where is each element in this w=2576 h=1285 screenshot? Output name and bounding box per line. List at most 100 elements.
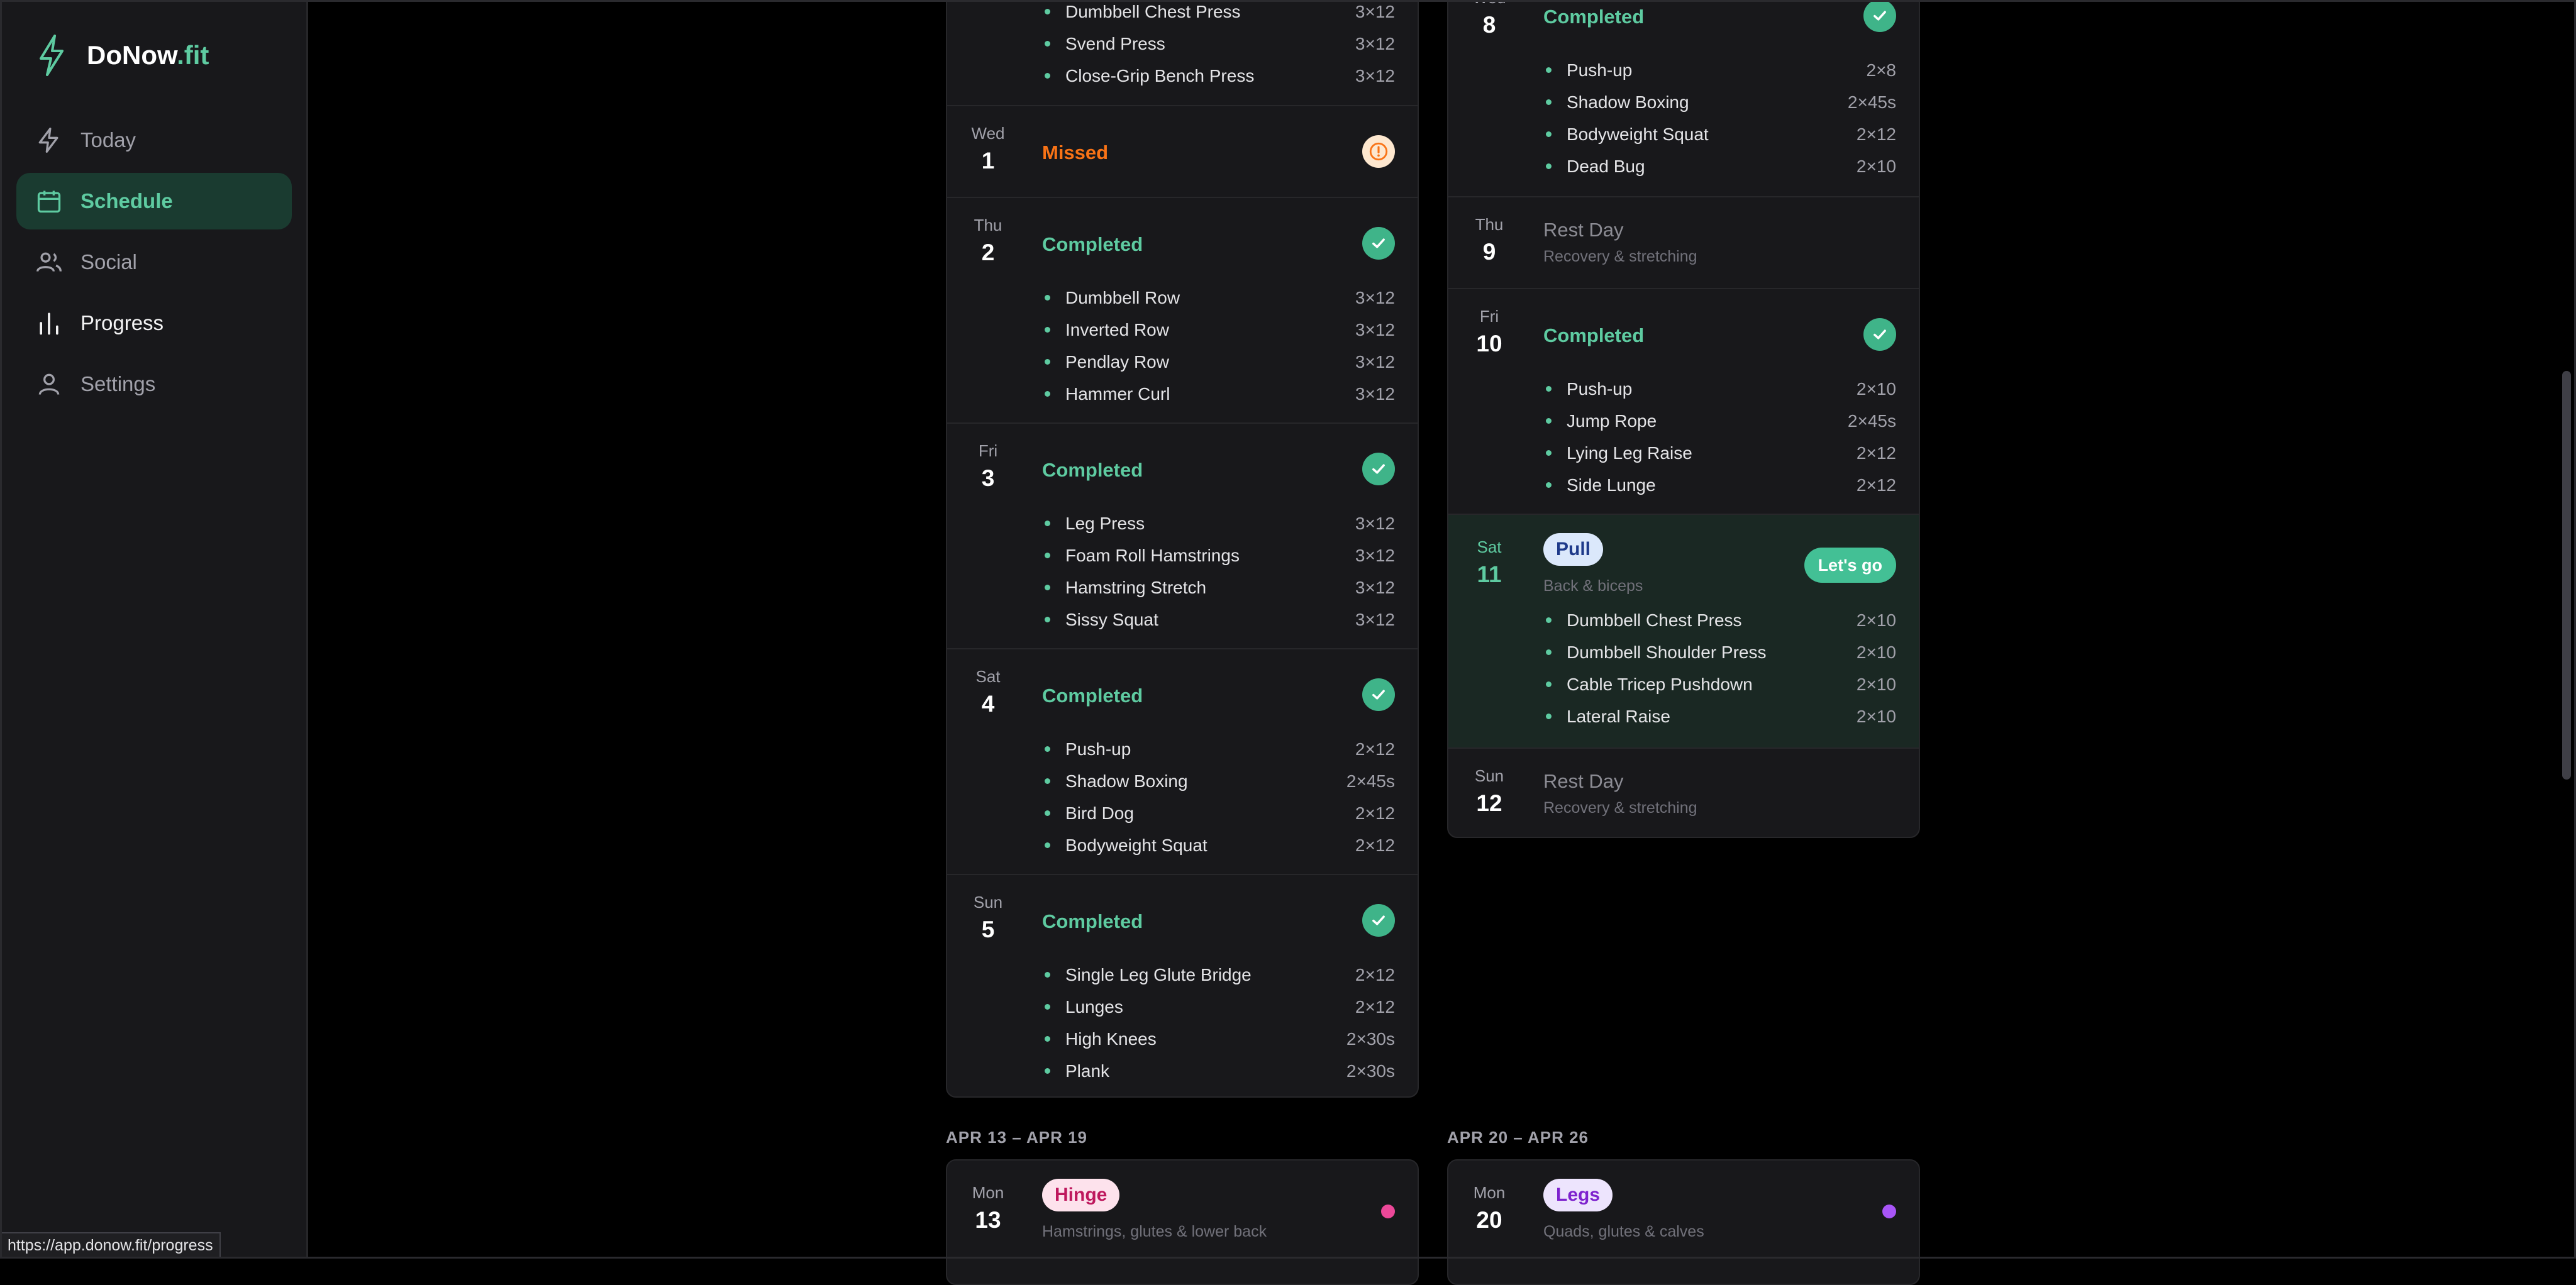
exercise-item: Push-up 2×12 [1042,733,1395,765]
day-of-week: Sat [975,667,1001,686]
exercise-item: Plank 2×30s [1042,1055,1395,1087]
exercise-item: Bodyweight Squat 2×12 [1543,118,1896,150]
check-icon [1362,227,1395,260]
day-row-fri-3[interactable]: Fri 3 Completed Leg Press 3×12 Foam Roll … [947,422,1418,648]
week-card-left: Dumbbell Chest Press 3×12 Svend Press 3×12… [946,0,1419,1098]
week-card-apr-20: Mon 20 Legs Quads, glutes & calves [1447,1159,1920,1285]
day-row-sun-12[interactable]: Sun 12 Rest Day Recovery & stretching [1448,747,1919,837]
scrollbar-thumb[interactable] [2562,371,2571,780]
brand[interactable]: DoNow.fit [31,33,209,78]
exercise-item: Inverted Row 3×12 [1042,314,1395,346]
bar-chart-icon [40,312,58,335]
exercise-item: Dead Bug 2×10 [1543,150,1896,182]
brand-tld: .fit [177,40,209,70]
week-card-right: Wed 8 Completed Push-up2×8 Shadow Boxing… [1447,0,1920,838]
nav-item-today[interactable]: Today [16,112,292,168]
check-icon [1362,453,1395,485]
nav-label-progress: Progress [80,311,164,334]
exercise-item: Shadow Boxing 2×45s [1042,765,1395,797]
day-subtitle: Recovery & stretching [1543,799,1697,817]
day-number: 13 [975,1207,1001,1233]
day-number: 11 [1477,561,1502,587]
sidebar-nav: Today Schedule Social Progress Settings [16,112,292,417]
day-number: 4 [981,691,995,717]
day-row-wed-8[interactable]: Wed 8 Completed Push-up2×8 Shadow Boxing… [1448,0,1919,196]
day-of-week: Thu [1475,215,1504,234]
day-of-week: Fri [978,441,998,460]
day-status: Completed [1042,685,1143,707]
workout-type-pill: Hinge [1042,1179,1120,1211]
day-row-thu-9[interactable]: Thu 9 Rest Day Recovery & stretching [1448,196,1919,288]
day-status: Completed [1042,233,1143,255]
day-number: 9 [1482,239,1496,265]
day-row-wed-1[interactable]: Wed 1 Missed [947,105,1418,197]
nav-label-today: Today [80,128,136,152]
calendar-icon [37,190,61,213]
nav-item-settings[interactable]: Settings [16,356,292,412]
day-status: Rest Day [1543,770,1624,792]
exercise-item: Dumbbell Shoulder Press 2×10 [1543,636,1896,668]
exercise-item: Foam Roll Hamstrings 3×12 [1042,539,1395,571]
workout-type-pill: Pull [1543,533,1604,566]
day-number: 3 [981,465,995,491]
day-status: Missed [1042,141,1109,163]
exercise-item: Hamstring Stretch 3×12 [1042,571,1395,604]
exercise-item: Dumbbell Chest Press 3×12 [1042,0,1395,28]
day-number: 5 [981,917,995,942]
day-number: 1 [981,148,995,174]
nav-item-social[interactable]: Social [16,234,292,290]
day-number: 2 [981,240,995,265]
exercise-item: Lunges 2×12 [1042,991,1395,1023]
nav-item-progress[interactable]: Progress [16,295,292,351]
exercise-item: Lying Leg Raise 2×12 [1543,437,1896,469]
day-row-mon-20[interactable]: Mon 20 Legs Quads, glutes & calves [1448,1161,1919,1284]
day-row-thu-2[interactable]: Thu 2 Completed Dumbbell Row 3×12 Inverte… [947,197,1418,422]
exercise-item: High Knees 2×30s [1042,1023,1395,1055]
lets-go-button[interactable]: Let's go [1804,548,1896,583]
exercise-item: Push-up 2×10 [1543,373,1896,405]
day-row-sat-4[interactable]: Sat 4 Completed Push-up 2×12 Shadow Boxin… [947,648,1418,874]
nav-item-schedule[interactable]: Schedule [16,173,292,229]
week-label-apr-13: APR 13 – APR 19 [946,1128,1088,1147]
brand-name: DoNow [87,40,177,70]
exercise-item: Dumbbell Chest Press 2×10 [1543,604,1896,636]
nav-label-schedule: Schedule [80,189,173,212]
exercise-item: Cable Tricep Pushdown 2×10 [1543,668,1896,700]
exercise-item: Hammer Curl 3×12 [1042,378,1395,410]
exercise-item: Bird Dog 2×12 [1042,797,1395,829]
workout-color-dot [1882,1205,1896,1218]
day-tue-partial: Dumbbell Chest Press 3×12 Svend Press 3×12… [947,0,1418,105]
day-subtitle: Hamstrings, glutes & lower back [1042,1223,1267,1240]
week-card-apr-13: Mon 13 Hinge Hamstrings, glutes & lower … [946,1159,1419,1285]
day-subtitle: Quads, glutes & calves [1543,1223,1704,1240]
day-row-sun-5[interactable]: Sun 5 Completed Single Leg Glute Bridge 2… [947,874,1418,1096]
day-subtitle: Back & biceps [1543,577,1643,595]
day-of-week: Sun [1474,766,1504,785]
exercise-item: Single Leg Glute Bridge 2×12 [1042,959,1395,991]
link-status-bar: https://app.donow.fit/progress [0,1232,221,1259]
day-row-fri-10[interactable]: Fri 10 Completed Push-up 2×10 Jump Rope 2×… [1448,288,1919,514]
exercise-item: Bodyweight Squat 2×12 [1042,829,1395,861]
day-row-sat-11-today[interactable]: Sat 11 Pull Back & biceps Let's go Dumbb… [1448,514,1919,747]
exercise-item: Pendlay Row 3×12 [1042,346,1395,378]
day-of-week: Sat [1477,538,1502,556]
day-status: Completed [1042,910,1143,932]
day-status: Completed [1042,459,1143,481]
day-of-week: Wed [971,124,1005,143]
exercise-item: Side Lunge 2×12 [1543,469,1896,501]
bolt-logo-icon [31,33,72,78]
week-label-apr-20: APR 20 – APR 26 [1447,1128,1589,1147]
exercise-item: Dumbbell Row 3×12 [1042,282,1395,314]
exercise-item: Leg Press 3×12 [1042,507,1395,539]
day-subtitle: Recovery & stretching [1543,248,1697,265]
user-icon [38,373,60,395]
bolt-icon [38,128,58,153]
check-icon [1362,678,1395,711]
day-of-week: Mon [972,1183,1004,1202]
day-status: Completed [1543,6,1645,28]
day-status: Completed [1543,324,1645,346]
exercise-item: Push-up 2×8 [1543,54,1896,86]
exercise-item: Svend Press 3×12 [1042,28,1395,60]
workout-color-dot [1381,1205,1395,1218]
day-row-mon-13[interactable]: Mon 13 Hinge Hamstrings, glutes & lower … [947,1161,1418,1284]
